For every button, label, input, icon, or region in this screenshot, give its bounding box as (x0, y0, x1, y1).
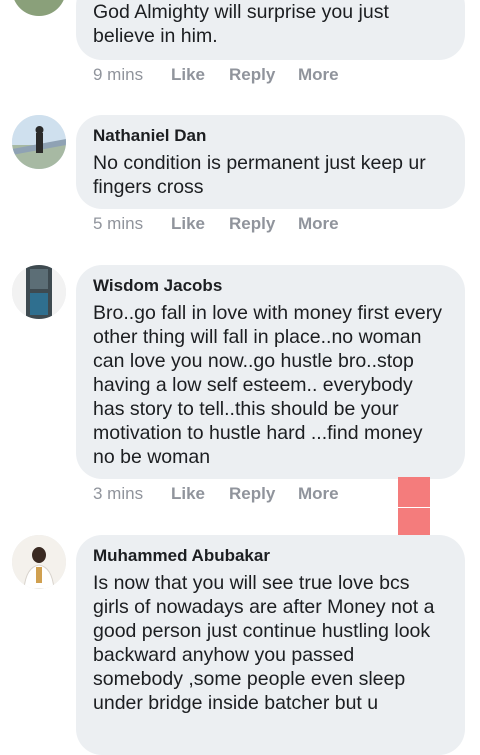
comment-text: No condition is permanent just keep ur f… (93, 152, 426, 198)
reply-button[interactable]: Reply (229, 484, 298, 504)
comment-author[interactable]: Wisdom Jacobs (93, 275, 447, 297)
timestamp: 5 mins (93, 214, 144, 233)
reply-button[interactable]: Reply (229, 214, 298, 234)
avatar[interactable] (12, 535, 66, 589)
reply-button[interactable]: Reply (229, 65, 298, 85)
like-button[interactable]: Like (171, 484, 229, 504)
comment-actions: 3 mins Like Reply More (93, 482, 339, 506)
avatar[interactable] (12, 115, 66, 169)
comment-bubble: Nathaniel Dan No condition is permanent … (76, 115, 465, 209)
comment-actions: 9 mins Like Reply More (93, 63, 339, 87)
comment-author[interactable]: Muhammed Abubakar (93, 545, 447, 567)
avatar[interactable] (12, 265, 66, 319)
comment-bubble: Wisdom Jacobs Bro..go fall in love with … (76, 265, 465, 479)
comment-author[interactable]: Nathaniel Dan (93, 125, 447, 147)
avatar[interactable] (12, 0, 66, 16)
comment-text: Bro..go fall in love with money first ev… (93, 302, 442, 468)
more-button[interactable]: More (298, 484, 339, 504)
comment-text: Is now that you will see true love bcs g… (93, 572, 435, 714)
more-button[interactable]: More (298, 214, 339, 234)
like-button[interactable]: Like (171, 65, 229, 85)
comment-text: God Almighty will surprise you just beli… (93, 1, 389, 47)
comment-bubble: Muhammed Abubakar Is now that you will s… (76, 535, 465, 755)
timestamp: 3 mins (93, 484, 144, 503)
like-button[interactable]: Like (171, 214, 229, 234)
comment-actions: 5 mins Like Reply More (93, 212, 339, 236)
timestamp: 9 mins (93, 65, 144, 84)
more-button[interactable]: More (298, 65, 339, 85)
comment-bubble: God Almighty will surprise you just beli… (76, 0, 465, 60)
overlay-block (398, 508, 430, 538)
overlay-block (398, 477, 430, 507)
